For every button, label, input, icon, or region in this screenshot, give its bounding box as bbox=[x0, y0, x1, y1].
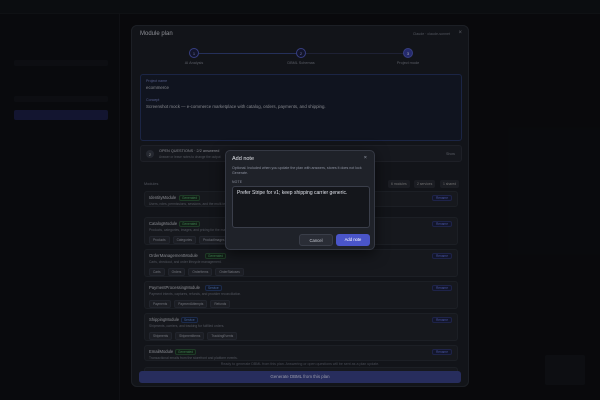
add-note-button[interactable]: Add note bbox=[336, 234, 370, 246]
add-note-dialog: Add note × Optional. Included when you u… bbox=[225, 150, 375, 250]
close-icon[interactable]: × bbox=[364, 155, 367, 161]
dialog-help-text: Optional. Included when you update the p… bbox=[232, 166, 362, 175]
note-textarea[interactable]: Prefer Stripe for v1; keep shipping carr… bbox=[232, 186, 370, 228]
note-field-label: NOTE bbox=[232, 180, 243, 184]
dialog-title: Add note bbox=[232, 156, 255, 162]
cancel-button[interactable]: Cancel bbox=[299, 234, 333, 246]
